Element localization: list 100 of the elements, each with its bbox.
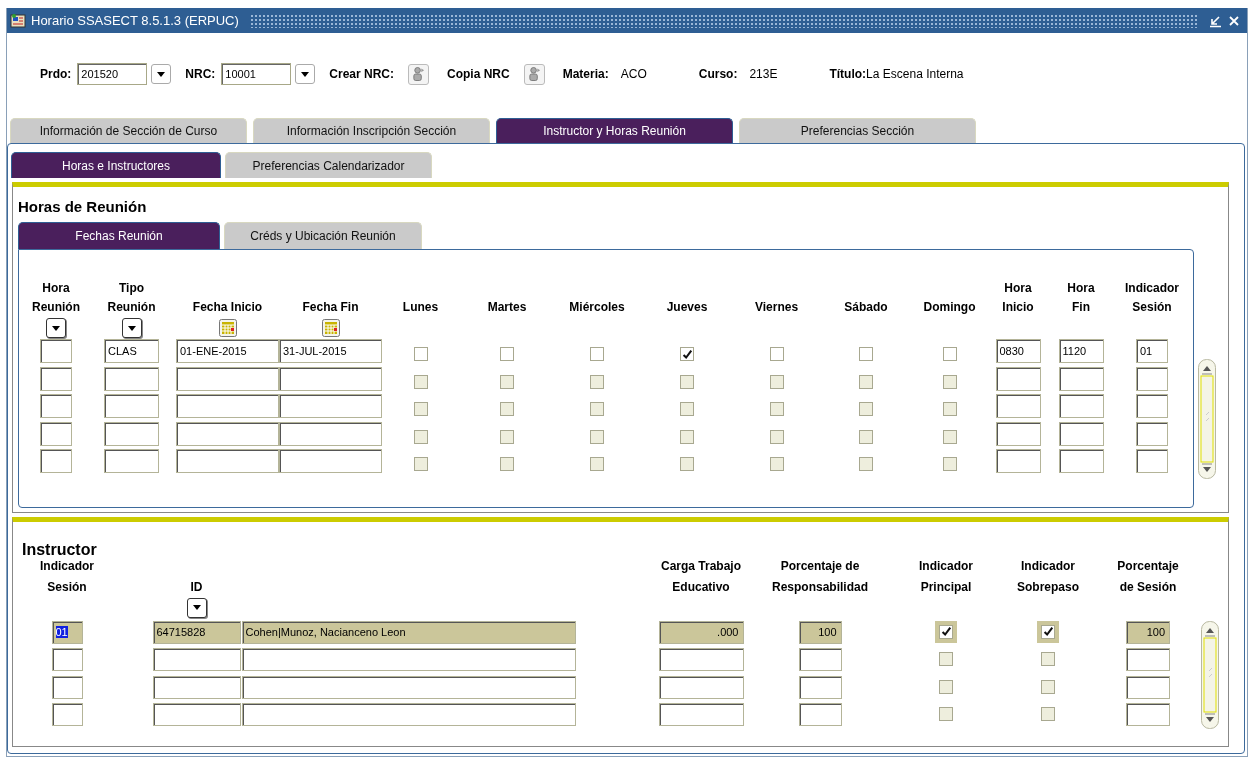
caret-icon bbox=[127, 325, 136, 331]
minimize-icon[interactable] bbox=[1208, 13, 1222, 28]
input-field[interactable] bbox=[104, 449, 159, 473]
column-header: Martes bbox=[487, 299, 527, 316]
input-field[interactable] bbox=[1136, 449, 1168, 473]
checkbox[interactable] bbox=[413, 347, 428, 361]
input-field[interactable]: 64715828 bbox=[152, 620, 241, 644]
input-field[interactable] bbox=[104, 394, 159, 418]
input-field[interactable]: 100 bbox=[1126, 620, 1170, 644]
input-field[interactable]: 31-JUL-2015 bbox=[279, 339, 382, 363]
input-field[interactable]: Cohen|Munoz, Nacianceno Leon bbox=[241, 620, 576, 644]
input-field[interactable] bbox=[995, 394, 1041, 418]
column-header: Indicador Sesión bbox=[40, 557, 94, 596]
input-field[interactable] bbox=[1058, 421, 1104, 446]
field-label: NRC: bbox=[185, 67, 216, 81]
checkbox[interactable] bbox=[680, 347, 694, 361]
window-title: Horario SSASECT 8.5.1.3 (ERPUC) bbox=[31, 13, 239, 28]
input-field[interactable] bbox=[279, 449, 382, 473]
close-icon[interactable] bbox=[1227, 13, 1241, 28]
input-field[interactable] bbox=[1058, 366, 1104, 391]
input-field[interactable]: 10001 bbox=[221, 63, 292, 85]
calendar-icon[interactable] bbox=[217, 318, 238, 338]
caret-icon bbox=[192, 605, 201, 610]
dropdown-button[interactable] bbox=[295, 64, 316, 84]
input-field[interactable] bbox=[1136, 394, 1168, 418]
input-field[interactable]: .000 bbox=[658, 620, 744, 644]
column-header: Porcentaje de Sesión bbox=[1117, 557, 1179, 596]
input-field[interactable]: 201520 bbox=[77, 63, 148, 85]
checkbox[interactable] bbox=[590, 347, 604, 361]
input-field[interactable]: CLAS bbox=[104, 339, 159, 363]
input-field[interactable]: 01 bbox=[1136, 339, 1168, 363]
checkbox[interactable] bbox=[500, 347, 514, 361]
checkmark-icon bbox=[1042, 625, 1054, 638]
dropdown-button[interactable] bbox=[186, 597, 207, 618]
field-value: La Escena Interna bbox=[866, 67, 964, 81]
input-field[interactable] bbox=[104, 421, 159, 446]
input-field[interactable]: 01-ENE-2015 bbox=[176, 339, 279, 363]
column-header: Fecha Fin bbox=[302, 299, 359, 316]
tab[interactable]: Fechas Reunión bbox=[18, 222, 220, 249]
scrollbar[interactable] bbox=[1198, 358, 1216, 479]
input-field[interactable] bbox=[176, 394, 279, 418]
input-field[interactable] bbox=[995, 366, 1041, 391]
caret-icon bbox=[301, 71, 310, 77]
dropdown-button[interactable] bbox=[151, 64, 172, 84]
checkbox[interactable] bbox=[942, 347, 957, 361]
input-field[interactable] bbox=[40, 339, 72, 363]
section-title: Instructor bbox=[22, 539, 98, 560]
icon-button[interactable] bbox=[408, 63, 430, 85]
person-icon bbox=[412, 66, 426, 82]
input-field[interactable] bbox=[176, 366, 279, 391]
input-field[interactable] bbox=[40, 421, 72, 446]
input-field[interactable] bbox=[279, 394, 382, 418]
input-field[interactable] bbox=[104, 366, 159, 391]
dropdown-button[interactable] bbox=[46, 318, 66, 338]
checkbox[interactable] bbox=[1037, 620, 1059, 643]
icon-button[interactable] bbox=[523, 63, 545, 85]
input-field[interactable]: 1120 bbox=[1058, 339, 1104, 363]
input-field[interactable] bbox=[1058, 394, 1104, 418]
input-field[interactable] bbox=[176, 449, 279, 473]
scrollbar[interactable] bbox=[1201, 620, 1219, 729]
tab[interactable]: Preferencias Sección bbox=[739, 118, 976, 143]
checkbox[interactable] bbox=[935, 620, 957, 643]
input-field[interactable] bbox=[995, 421, 1041, 446]
tab[interactable]: Instructor y Horas Reunión bbox=[496, 118, 733, 143]
input-field[interactable] bbox=[1136, 366, 1168, 391]
tab[interactable]: Información de Sección de Curso bbox=[10, 118, 247, 143]
column-header: Jueves bbox=[666, 299, 708, 316]
field-label: Materia: bbox=[562, 67, 609, 81]
input-field[interactable] bbox=[1136, 421, 1168, 446]
field-label: Título: bbox=[829, 67, 867, 81]
input-field[interactable]: 01 bbox=[51, 620, 83, 644]
input-field[interactable] bbox=[176, 421, 279, 446]
input-field[interactable] bbox=[40, 366, 72, 391]
input-field[interactable] bbox=[40, 394, 72, 418]
tab[interactable]: Información Inscripción Sección bbox=[253, 118, 490, 143]
checkmark-icon bbox=[681, 347, 693, 361]
field-label: Curso: bbox=[698, 67, 738, 81]
tab[interactable]: Créds y Ubicación Reunión bbox=[224, 222, 422, 249]
checkbox[interactable] bbox=[769, 347, 784, 361]
calendar-icon[interactable] bbox=[320, 318, 341, 338]
input-field[interactable] bbox=[279, 421, 382, 446]
column-header: ID bbox=[190, 578, 203, 596]
app-icon bbox=[10, 12, 26, 29]
column-header: Tipo Reunión bbox=[107, 280, 156, 316]
column-header: Indicador Principal bbox=[919, 557, 973, 596]
column-header: Carga Trabajo Educativo bbox=[661, 557, 741, 596]
checkbox[interactable] bbox=[859, 347, 873, 361]
column-header: Sábado bbox=[844, 299, 888, 316]
caret-icon bbox=[52, 325, 60, 331]
input-field[interactable] bbox=[995, 449, 1041, 473]
column-header: Viernes bbox=[754, 299, 799, 316]
tab[interactable]: Preferencias Calendarizador bbox=[225, 152, 432, 178]
field-value: 213E bbox=[749, 67, 778, 81]
input-field[interactable] bbox=[1058, 449, 1104, 473]
dropdown-button[interactable] bbox=[121, 318, 142, 338]
input-field[interactable]: 100 bbox=[798, 620, 842, 644]
tab[interactable]: Horas e Instructores bbox=[11, 152, 221, 178]
input-field[interactable] bbox=[279, 366, 382, 391]
input-field[interactable]: 0830 bbox=[995, 339, 1041, 363]
input-field[interactable] bbox=[40, 449, 72, 473]
